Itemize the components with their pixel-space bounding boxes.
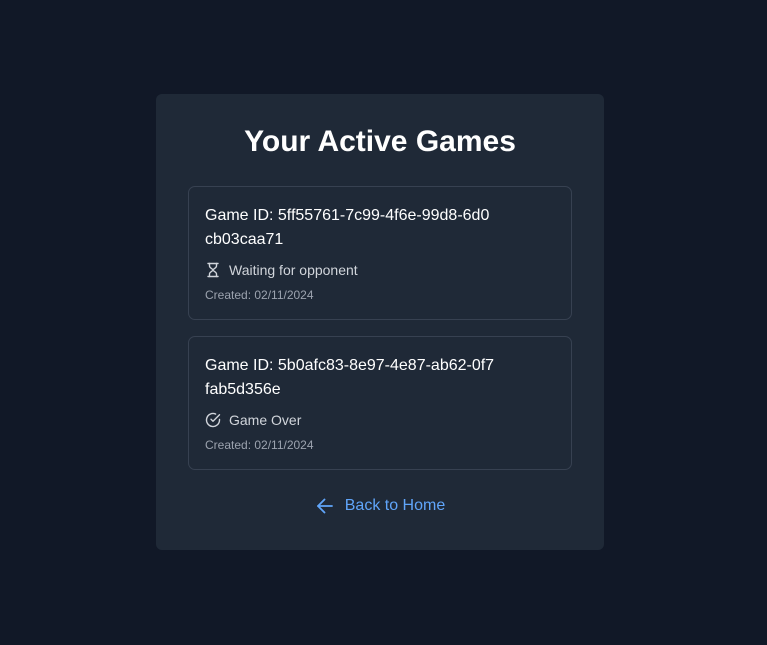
check-circle-icon [205, 412, 221, 428]
hourglass-icon [205, 262, 221, 278]
active-games-panel: Your Active Games Game ID: 5ff55761-7c99… [156, 94, 604, 550]
arrow-left-icon [315, 496, 335, 516]
game-status: Game Over [205, 410, 301, 430]
back-to-home-label: Back to Home [344, 497, 446, 514]
created-date: Created: 02/11/2024 [205, 288, 314, 302]
game-card[interactable]: Game ID: 5ff55761-7c99-4f6e-99d8-6d0cb03… [188, 186, 572, 320]
game-id-label: Game ID: 5b0afc83-8e97-4e87-ab62-0f7fab5… [205, 357, 495, 398]
game-status: Waiting for opponent [205, 260, 358, 280]
game-card[interactable]: Game ID: 5b0afc83-8e97-4e87-ab62-0f7fab5… [188, 336, 572, 470]
status-text: Game Over [229, 412, 302, 428]
game-id-label: Game ID: 5ff55761-7c99-4f6e-99d8-6d0cb03… [205, 207, 490, 248]
back-to-home-link[interactable]: Back to Home [156, 494, 604, 518]
created-date: Created: 02/11/2024 [205, 438, 314, 452]
page-title: Your Active Games [244, 125, 516, 158]
status-text: Waiting for opponent [229, 262, 358, 278]
